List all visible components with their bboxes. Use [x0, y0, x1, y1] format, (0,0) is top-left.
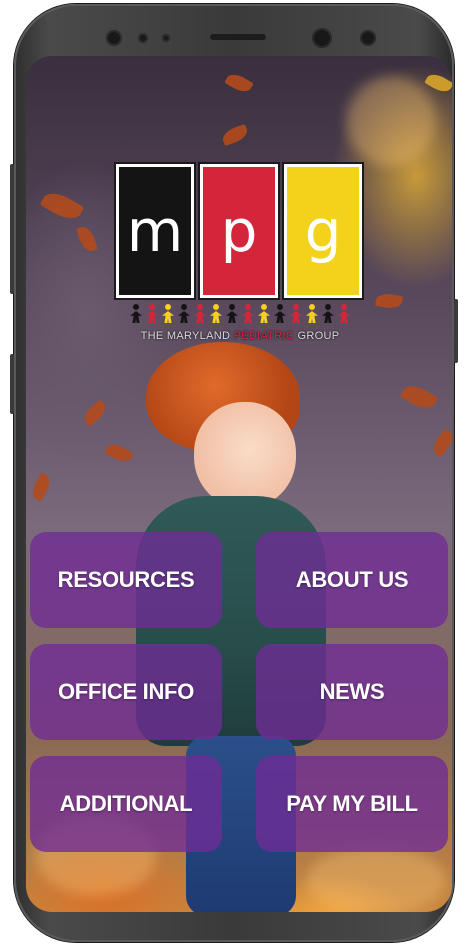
resources-button[interactable]: RESOURCES — [30, 532, 222, 628]
autumn-leaf — [39, 187, 85, 225]
person-icon — [273, 304, 287, 324]
bixby-button — [10, 354, 14, 414]
child-face — [194, 402, 296, 508]
power-button — [454, 299, 458, 363]
logo-tile-p: p — [200, 164, 278, 298]
logo-caption-part: GROUP — [294, 330, 340, 342]
person-icon — [241, 304, 255, 324]
person-icon — [305, 304, 319, 324]
person-icon — [193, 304, 207, 324]
person-icon — [289, 304, 303, 324]
autumn-leaf — [80, 399, 110, 427]
person-icon — [177, 304, 191, 324]
person-icon — [209, 304, 223, 324]
autumn-leaf — [28, 472, 54, 502]
person-icon — [225, 304, 239, 324]
sensor-icon — [138, 33, 148, 43]
logo-tile-g: g — [284, 164, 362, 298]
sensor-icon — [162, 34, 170, 42]
camera-icon — [312, 28, 332, 48]
logo-caption-highlight: PEDIATRIC — [233, 330, 295, 342]
logo-tiles: m p g — [116, 164, 364, 298]
office-info-button[interactable]: OFFICE INFO — [30, 644, 222, 740]
autumn-leaf — [220, 123, 250, 147]
main-menu: RESOURCES ABOUT US OFFICE INFO NEWS ADDI… — [30, 532, 448, 852]
person-icon — [129, 304, 143, 324]
background-bokeh — [306, 846, 446, 912]
background-bokeh — [346, 76, 436, 166]
mpg-logo: m p g THE MARYLAND PEDIATRIC GROUP — [116, 164, 364, 342]
logo-caption: THE MARYLAND PEDIATRIC GROUP — [116, 330, 364, 342]
camera-icon — [360, 30, 376, 46]
app-screen: m p g THE MARYLAND PEDIATRIC GROUP RESOU… — [26, 56, 452, 912]
person-icon — [161, 304, 175, 324]
autumn-leaf — [374, 291, 404, 311]
autumn-leaf — [104, 440, 134, 466]
logo-people-icons — [116, 304, 364, 326]
autumn-leaf — [399, 380, 439, 414]
news-button[interactable]: NEWS — [256, 644, 448, 740]
additional-button[interactable]: ADDITIONAL — [30, 756, 222, 852]
person-icon — [257, 304, 271, 324]
autumn-leaf — [75, 224, 99, 254]
person-icon — [337, 304, 351, 324]
earpiece-speaker — [210, 34, 266, 40]
about-us-button[interactable]: ABOUT US — [256, 532, 448, 628]
autumn-leaf — [424, 70, 452, 96]
person-icon — [145, 304, 159, 324]
pay-my-bill-button[interactable]: PAY MY BILL — [256, 756, 448, 852]
logo-tile-m: m — [116, 164, 194, 298]
volume-button — [10, 164, 14, 294]
person-icon — [321, 304, 335, 324]
sensor-icon — [106, 30, 122, 46]
autumn-leaf — [224, 70, 254, 96]
logo-caption-part: THE MARYLAND — [140, 330, 234, 342]
autumn-leaf — [429, 428, 452, 458]
